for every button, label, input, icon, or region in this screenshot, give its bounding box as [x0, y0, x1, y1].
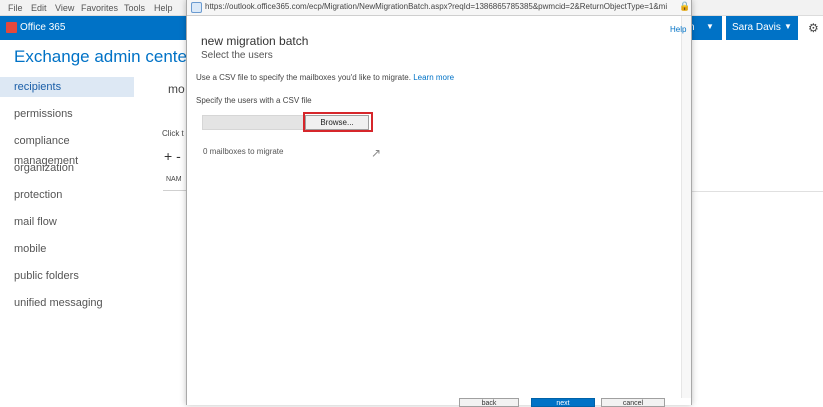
gear-icon[interactable]: ⚙	[808, 21, 819, 35]
menu-edit[interactable]: Edit	[31, 3, 47, 13]
scrollbar[interactable]	[681, 16, 691, 405]
lock-icon: 🔒	[679, 1, 691, 11]
nav-item-unified-messaging[interactable]: unified messaging	[0, 293, 134, 313]
nav-item-mail-flow[interactable]: mail flow	[0, 212, 134, 232]
menu-favorites[interactable]: Favorites	[81, 3, 118, 13]
chevron-down-icon: ▼	[784, 22, 792, 31]
nav-item-mobile[interactable]: mobile	[0, 239, 134, 259]
right-pane	[692, 40, 823, 405]
nav-item-organization[interactable]: organization	[0, 158, 134, 178]
user-menu-button[interactable]: Sara Davis ▼	[726, 16, 798, 40]
next-button[interactable]: next	[531, 398, 595, 407]
nav-item-protection[interactable]: protection	[0, 185, 134, 205]
office365-brand[interactable]: Office 365	[20, 22, 65, 33]
csv-file-path-input[interactable]	[202, 115, 306, 130]
nav-item-public-folders[interactable]: public folders	[0, 266, 134, 286]
tab-migration-partial[interactable]: mo	[168, 82, 185, 96]
dialog-description: Use a CSV file to specify the mailboxes …	[196, 73, 454, 82]
column-header-name-partial: NAM	[166, 176, 182, 183]
chevron-down-icon: ▼	[706, 22, 714, 31]
office365-brand-bar: Office 365	[0, 16, 186, 40]
table-divider	[163, 190, 187, 191]
cancel-button[interactable]: cancel	[601, 398, 665, 407]
menu-file[interactable]: File	[8, 3, 23, 13]
mailbox-count: 0 mailboxes to migrate	[203, 147, 284, 156]
office-logo-icon	[6, 22, 17, 33]
add-button[interactable]: + -	[164, 148, 181, 164]
nav-item-permissions[interactable]: permissions	[0, 104, 134, 124]
highlight-box	[303, 112, 373, 132]
mouse-cursor-icon: ↗	[371, 146, 382, 160]
menu-tools[interactable]: Tools	[124, 3, 145, 13]
app-title: Exchange admin center	[14, 47, 193, 66]
address-url[interactable]: https://outlook.office365.com/ecp/Migrat…	[205, 2, 667, 11]
left-nav: recipients permissions compliance manage…	[0, 77, 134, 320]
menu-help[interactable]: Help	[154, 3, 173, 13]
menu-view[interactable]: View	[55, 3, 74, 13]
dialog-title: new migration batch	[201, 34, 309, 48]
csv-label: Specify the users with a CSV file	[196, 96, 312, 105]
back-button[interactable]: back	[459, 398, 519, 407]
click-hint-partial: Click t	[162, 129, 184, 138]
migration-batch-dialog: https://outlook.office365.com/ecp/Migrat…	[186, 0, 692, 407]
dialog-subtitle: Select the users	[201, 50, 273, 61]
right-pane-divider	[692, 191, 823, 192]
user-name: Sara Davis	[732, 22, 781, 33]
address-bar: https://outlook.office365.com/ecp/Migrat…	[187, 0, 691, 16]
page-icon	[191, 2, 202, 13]
description-text: Use a CSV file to specify the mailboxes …	[196, 73, 411, 82]
learn-more-link[interactable]: Learn more	[413, 73, 454, 82]
nav-item-recipients[interactable]: recipients	[0, 77, 134, 97]
help-link[interactable]: Help	[670, 25, 686, 34]
nav-item-compliance-management[interactable]: compliance management	[0, 131, 134, 167]
